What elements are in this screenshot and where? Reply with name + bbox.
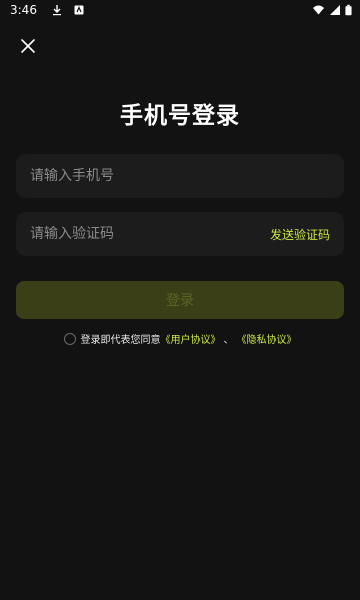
agreement-separator: 、	[223, 335, 234, 346]
login-button[interactable]: 登录	[16, 281, 344, 319]
privacy-policy-link[interactable]: 《隐私协议》	[237, 331, 297, 346]
wifi-icon	[313, 5, 324, 15]
phone-field[interactable]	[16, 154, 344, 198]
download-icon	[52, 5, 61, 16]
signal-icon	[330, 5, 340, 15]
status-bar: 3:46	[0, 0, 360, 20]
close-icon	[21, 39, 35, 53]
agreement-row: 登录即代表您同意 《用户协议》 、 《隐私协议》	[0, 331, 360, 346]
send-code-button[interactable]: 发送验证码	[270, 226, 330, 243]
user-agreement-link[interactable]: 《用户协议》	[161, 331, 221, 346]
battery-icon	[345, 4, 352, 16]
agreement-text: 登录即代表您同意	[80, 335, 161, 346]
login-screen: 3:46 手机号登录 请输入手机号 请输入验证码 发送验证码 登录 登录即代表您…	[0, 0, 360, 600]
code-field[interactable]: 发送验证码	[16, 212, 344, 256]
page-title: 手机号登录	[120, 103, 240, 129]
verification-code-input[interactable]	[30, 226, 270, 242]
close-button[interactable]	[16, 34, 40, 58]
agreement-checkbox[interactable]	[63, 332, 76, 345]
notification-icon	[74, 5, 84, 15]
status-time: 3:46	[10, 3, 37, 17]
phone-input[interactable]	[30, 168, 330, 184]
